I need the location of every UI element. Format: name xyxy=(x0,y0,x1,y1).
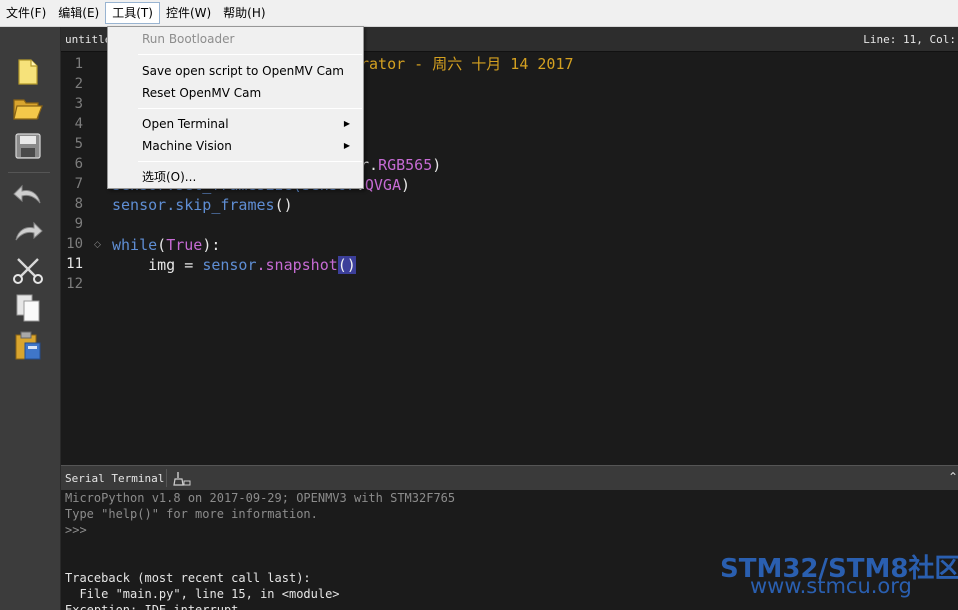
code-token: img = xyxy=(112,256,203,274)
line-number: 6 xyxy=(74,156,83,172)
menu-open-terminal[interactable]: Open Terminal ▶ xyxy=(109,113,362,135)
left-toolbar xyxy=(0,27,61,610)
save-disk-icon xyxy=(15,133,41,159)
menu-run-bootloader[interactable]: Run Bootloader xyxy=(109,28,362,50)
submenu-arrow-icon: ▶ xyxy=(343,141,350,150)
terminal-title: Serial Terminal xyxy=(65,472,165,485)
clear-terminal-button[interactable] xyxy=(173,471,191,487)
terminal-line: >>> xyxy=(65,523,87,537)
paste-button[interactable] xyxy=(10,329,46,363)
menu-widgets[interactable]: 控件(W) xyxy=(160,2,217,24)
new-file-icon xyxy=(18,59,38,85)
undo-icon xyxy=(13,184,41,204)
line-number: 10 xyxy=(66,236,83,252)
code-line-11: img = sensor.snapshot() xyxy=(112,255,356,275)
copy-icon xyxy=(16,294,40,322)
menu-tools[interactable]: 工具(T) xyxy=(105,2,160,24)
code-token: () xyxy=(274,196,293,214)
terminal-line: MicroPython v1.8 on 2017-09-29; OPENMV3 … xyxy=(65,491,456,505)
line-number: 12 xyxy=(66,276,83,292)
code-constant: QVGA xyxy=(364,176,401,194)
code-constant: RGB565 xyxy=(378,156,433,174)
menu-separator xyxy=(138,108,362,109)
menu-separator xyxy=(138,54,362,55)
watermark: STM32/STM8社区 www.stmcu.org xyxy=(720,548,958,608)
code-token: ): xyxy=(202,236,221,254)
line-number-gutter: 1 2 3 4 5 6 7 8 9 10 ◇ 11 12 xyxy=(61,52,109,465)
terminal-header: Serial Terminal ⌃ xyxy=(61,465,958,490)
redo-icon xyxy=(15,221,43,241)
line-number: 9 xyxy=(74,216,83,232)
terminal-line: Traceback (most recent call last): xyxy=(65,571,311,585)
open-file-button[interactable] xyxy=(10,91,46,125)
terminal-header-separator xyxy=(166,469,167,487)
menu-open-terminal-label: Open Terminal xyxy=(142,117,229,131)
terminal-line: File "main.py", line 15, in <module> xyxy=(65,587,340,601)
menu-machine-vision-label: Machine Vision xyxy=(142,139,232,153)
terminal-line: Exception: IDE interrupt xyxy=(65,603,239,610)
menu-bar: 文件(F) 编辑(E) 工具(T) 控件(W) 帮助(H) xyxy=(0,0,958,27)
watermark-url: www.stmcu.org xyxy=(750,574,912,598)
submenu-arrow-icon: ▶ xyxy=(343,119,350,128)
line-number: 2 xyxy=(74,76,83,92)
code-function: .skip_frames xyxy=(166,196,275,214)
save-file-button[interactable] xyxy=(10,129,46,163)
menu-save-script[interactable]: Save open script to OpenMV Cam xyxy=(109,60,362,82)
code-module: sensor xyxy=(202,256,257,274)
code-token: ( xyxy=(157,236,167,254)
toolbar-separator xyxy=(8,172,50,173)
code-keyword: while xyxy=(112,236,158,254)
code-function: .snapshot xyxy=(256,256,338,274)
fold-marker-icon[interactable]: ◇ xyxy=(94,235,101,255)
code-constant: True xyxy=(166,236,203,254)
cut-button[interactable] xyxy=(10,253,46,287)
line-number: 3 xyxy=(74,96,83,112)
copy-button[interactable] xyxy=(10,291,46,325)
redo-button[interactable] xyxy=(10,215,46,249)
code-line-8: sensor.skip_frames() xyxy=(112,195,293,215)
menu-edit[interactable]: 编辑(E) xyxy=(52,2,105,24)
menu-help[interactable]: 帮助(H) xyxy=(217,2,271,24)
line-number: 8 xyxy=(74,196,83,212)
code-line-6: r.RGB565) xyxy=(360,155,441,175)
tools-dropdown-menu: Run Bootloader Save open script to OpenM… xyxy=(107,26,364,189)
terminal-line: Type "help()" for more information. xyxy=(65,507,318,521)
menu-file[interactable]: 文件(F) xyxy=(0,2,52,24)
code-token: ) xyxy=(432,156,442,174)
paste-icon xyxy=(15,331,41,360)
menu-options[interactable]: 选项(O)... xyxy=(109,166,362,188)
code-module: sensor xyxy=(112,196,167,214)
undo-button[interactable] xyxy=(10,178,46,212)
line-number-current: 11 xyxy=(66,256,83,272)
line-number: 5 xyxy=(74,136,83,152)
new-file-button[interactable] xyxy=(10,55,46,89)
code-paren-highlight: () xyxy=(337,256,356,274)
open-folder-icon xyxy=(13,99,43,120)
code-comment: rator - 周六 十月 14 2017 xyxy=(360,55,574,73)
menu-machine-vision[interactable]: Machine Vision ▶ xyxy=(109,135,362,157)
collapse-terminal-icon[interactable]: ⌃ xyxy=(948,470,958,484)
line-number: 7 xyxy=(74,176,83,192)
menu-reset-cam[interactable]: Reset OpenMV Cam xyxy=(109,82,362,104)
code-line-10: while(True): xyxy=(112,235,220,255)
broom-icon xyxy=(173,472,191,486)
code-token: ) xyxy=(401,176,411,194)
scissors-icon xyxy=(13,258,43,284)
code-line-1: rator - 周六 十月 14 2017 xyxy=(360,54,574,74)
line-number: 1 xyxy=(74,56,83,72)
menu-separator xyxy=(138,161,362,162)
cursor-position-label: Line: 11, Col: xyxy=(863,33,956,46)
line-number: 4 xyxy=(74,116,83,132)
